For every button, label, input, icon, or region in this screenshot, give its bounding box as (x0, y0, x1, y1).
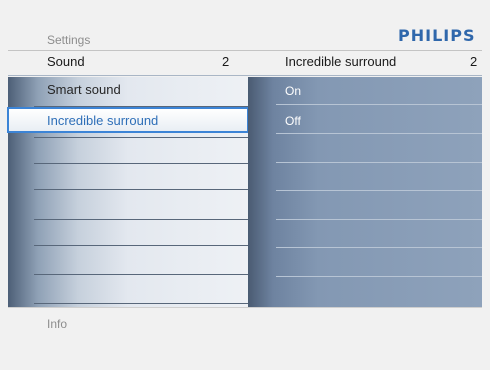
info-label: Info (47, 317, 68, 331)
menu-slot-divider (34, 303, 248, 304)
menu-list-panel: Smart sound Incredible surround (7, 77, 249, 307)
header-divider-lower (8, 75, 482, 76)
option-divider (276, 190, 482, 191)
option-divider (276, 247, 482, 248)
menu-slot-divider (34, 163, 248, 164)
menu-slot-divider (34, 189, 248, 190)
menu-item-label: Incredible surround (47, 113, 159, 128)
menu-slot-divider (34, 274, 248, 275)
menu-item-count: 2 (222, 54, 230, 69)
menu-slot-divider (34, 245, 248, 246)
menu-item-incredible-surround[interactable]: Incredible surround (7, 107, 249, 133)
option-list-panel: On Off (248, 77, 482, 307)
submenu-title: Incredible surround (285, 54, 397, 69)
breadcrumb: Settings (47, 33, 91, 47)
header-divider (8, 50, 482, 51)
philips-logo: PHILIPS (398, 26, 476, 45)
menu-slot-divider (34, 219, 248, 220)
option-divider (276, 104, 482, 105)
menu-slot-divider (34, 137, 248, 138)
submenu-item-count: 2 (470, 54, 478, 69)
option-divider (276, 276, 482, 277)
option-off[interactable]: Off (285, 114, 301, 128)
menu-title: Sound (47, 54, 85, 69)
tv-settings-screen: Settings PHILIPS Sound 2 Incredible surr… (0, 0, 490, 370)
option-on[interactable]: On (285, 84, 301, 98)
option-divider (276, 133, 482, 134)
footer-divider (8, 307, 482, 308)
option-divider (276, 219, 482, 220)
option-divider (276, 162, 482, 163)
menu-item-smart-sound[interactable]: Smart sound (8, 77, 248, 103)
menu-item-label: Smart sound (47, 82, 121, 97)
